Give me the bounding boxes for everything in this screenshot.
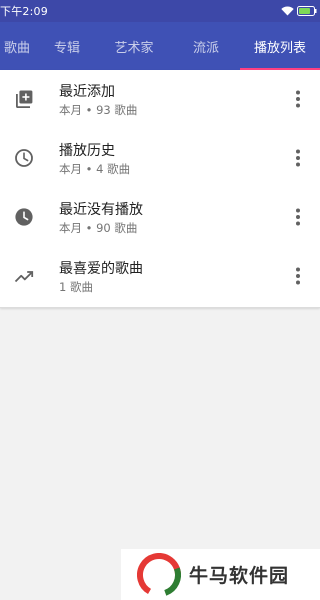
playlist-item-favorites[interactable]: 最喜爱的歌曲 1 歌曲 xyxy=(0,247,320,305)
playlist-title: 最近添加 xyxy=(59,84,115,100)
playlist-subtitle: 本月 • 93 歌曲 xyxy=(59,103,138,117)
battery-icon xyxy=(297,6,317,16)
playlist-subtitle: 本月 • 90 歌曲 xyxy=(59,221,138,235)
status-icons xyxy=(281,6,317,16)
status-bar: 下午2:09 xyxy=(0,0,320,22)
clock-filled-icon xyxy=(15,208,33,226)
status-time: 下午2:09 xyxy=(0,5,48,18)
tab-genres[interactable]: 流派 xyxy=(172,22,240,70)
clock-outline-icon xyxy=(15,149,33,167)
playlist-title: 最喜爱的歌曲 xyxy=(59,261,143,277)
watermark: 牛马软件园 xyxy=(121,549,320,600)
watermark-text: 牛马软件园 xyxy=(189,565,290,587)
trending-up-icon xyxy=(14,271,34,283)
playlist-subtitle: 1 歌曲 xyxy=(59,280,93,294)
playlist-subtitle: 本月 • 4 歌曲 xyxy=(59,162,131,176)
more-vert-icon[interactable] xyxy=(288,146,308,170)
playlist-title: 播放历史 xyxy=(59,143,115,159)
wifi-icon xyxy=(281,6,294,16)
tab-bar: 歌曲 专辑 艺术家 流派 播放列表 xyxy=(0,22,320,70)
tab-playlists[interactable]: 播放列表 xyxy=(240,22,320,70)
tab-artists[interactable]: 艺术家 xyxy=(96,22,172,70)
playlist-item-not-recently-played[interactable]: 最近没有播放 本月 • 90 歌曲 xyxy=(0,188,320,246)
watermark-logo-icon xyxy=(137,552,181,597)
playlist-list: 最近添加 本月 • 93 歌曲 播放历史 本月 • 4 歌曲 最近没有播放 本月… xyxy=(0,70,320,308)
playlist-item-history[interactable]: 播放历史 本月 • 4 歌曲 xyxy=(0,129,320,187)
tab-albums[interactable]: 专辑 xyxy=(38,22,96,70)
more-vert-icon[interactable] xyxy=(288,264,308,288)
playlist-item-recently-added[interactable]: 最近添加 本月 • 93 歌曲 xyxy=(0,70,320,128)
tab-songs[interactable]: 歌曲 xyxy=(0,22,38,70)
more-vert-icon[interactable] xyxy=(288,205,308,229)
more-vert-icon[interactable] xyxy=(288,87,308,111)
playlist-title: 最近没有播放 xyxy=(59,202,143,218)
playlist-add-icon xyxy=(16,90,33,108)
